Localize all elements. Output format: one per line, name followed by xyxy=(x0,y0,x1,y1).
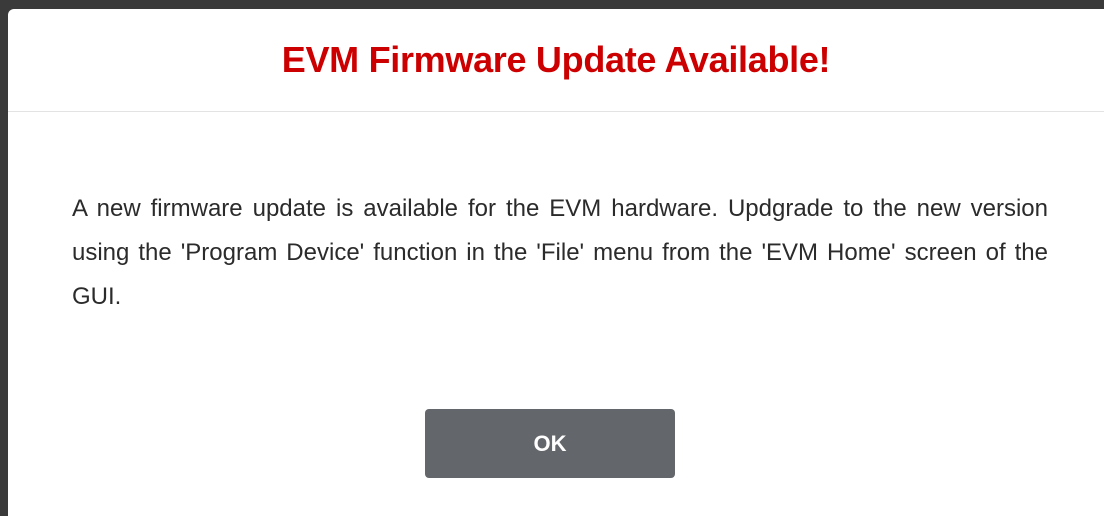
dialog-title: EVM Firmware Update Available! xyxy=(281,39,831,80)
ok-button[interactable]: OK xyxy=(425,409,675,478)
dialog-footer: OK xyxy=(8,409,1104,478)
dialog-header: EVM Firmware Update Available! xyxy=(8,9,1104,112)
dialog-message: A new firmware update is available for t… xyxy=(72,195,1048,310)
firmware-update-dialog: EVM Firmware Update Available! A new fir… xyxy=(8,9,1104,516)
